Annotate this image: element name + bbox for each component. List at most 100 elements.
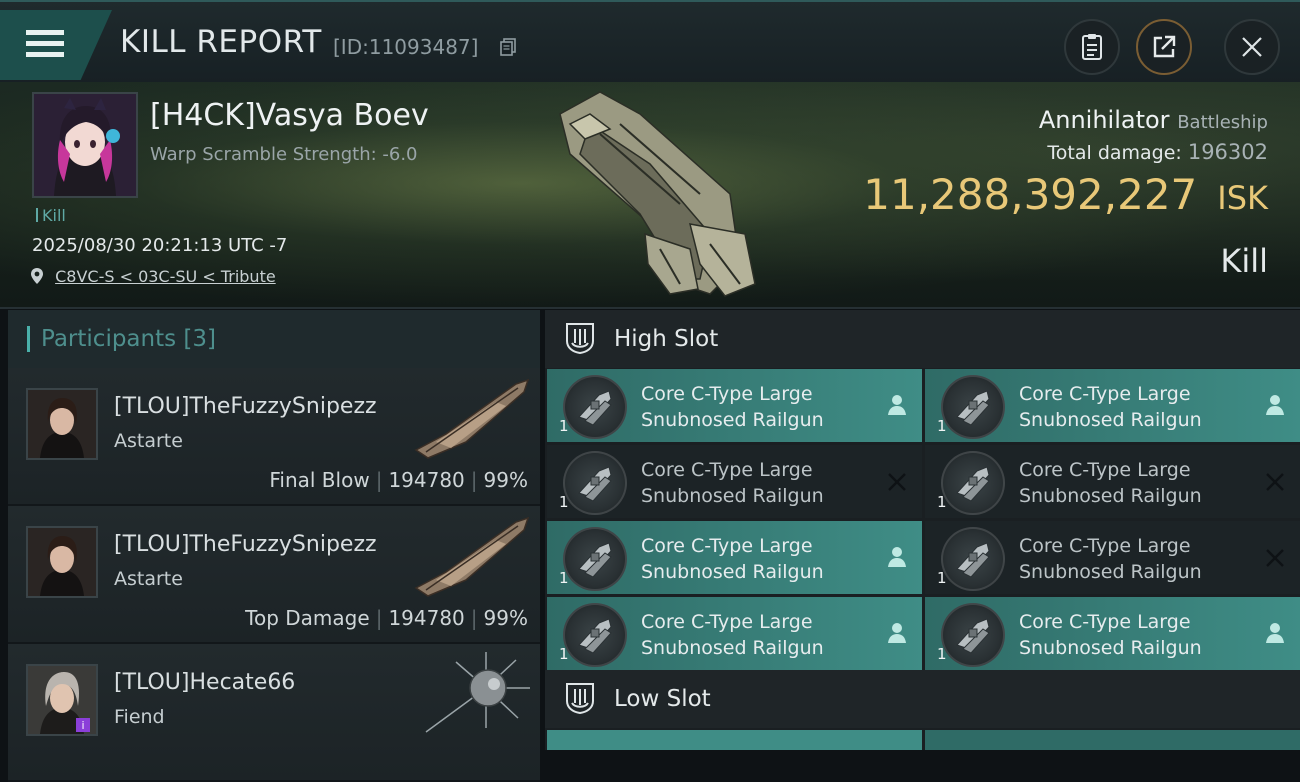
destroyed-x-icon bbox=[1266, 473, 1284, 491]
victim-avatar[interactable] bbox=[32, 92, 138, 198]
result-label: Kill bbox=[1220, 242, 1268, 280]
railgun-module-icon bbox=[941, 375, 1005, 439]
participant-avatar[interactable]: i bbox=[26, 664, 98, 736]
dropped-person-icon bbox=[888, 623, 906, 643]
high-slot-icon bbox=[566, 323, 594, 355]
dropped-person-icon bbox=[1266, 395, 1284, 415]
participant-row[interactable]: i [TLOU]Hecate66 Fiend bbox=[8, 644, 540, 782]
module-name-line1: Core C-Type Large bbox=[641, 383, 813, 405]
close-icon bbox=[1242, 37, 1262, 57]
share-button[interactable] bbox=[1136, 19, 1192, 75]
divider: | bbox=[375, 468, 383, 492]
location-link[interactable]: C8VC-S < 03C-SU < Tribute bbox=[30, 267, 276, 286]
high-slot-header: High Slot bbox=[545, 310, 1300, 368]
module-name: Core C-Type Large Snubnosed Railgun bbox=[641, 609, 824, 661]
clipboard-icon bbox=[1082, 34, 1102, 60]
total-damage-label: Total damage: bbox=[1047, 142, 1182, 164]
portrait-image bbox=[34, 94, 136, 196]
clipboard-button[interactable] bbox=[1064, 19, 1120, 75]
participants-header: Participants [3] bbox=[8, 310, 540, 368]
high-slot-item[interactable]: 1 Core C-Type Large Snubnosed Railgun bbox=[925, 597, 1300, 670]
participant-role: Final Blow bbox=[269, 468, 370, 492]
railgun-module-icon bbox=[941, 451, 1005, 515]
module-name-line2: Snubnosed Railgun bbox=[1019, 485, 1202, 507]
module-name-line1: Core C-Type Large bbox=[641, 459, 813, 481]
participant-avatar[interactable] bbox=[26, 526, 98, 598]
participant-row[interactable]: [TLOU]TheFuzzySnipezz Astarte Final Blow… bbox=[8, 368, 540, 506]
ship-name: Annihilator bbox=[1038, 106, 1170, 134]
high-slot-item[interactable]: 1 Core C-Type Large Snubnosed Railgun bbox=[547, 445, 922, 518]
location-text: C8VC-S < 03C-SU < Tribute bbox=[55, 267, 276, 286]
high-slot-item[interactable]: 1 Core C-Type Large Snubnosed Railgun bbox=[547, 521, 922, 594]
module-name-line2: Snubnosed Railgun bbox=[641, 637, 824, 659]
participants-label: Participants [3] bbox=[41, 326, 216, 352]
page-title: KILL REPORT bbox=[120, 24, 322, 60]
high-slot-item[interactable]: 1 Core C-Type Large Snubnosed Railgun bbox=[547, 369, 922, 442]
railgun-module-icon bbox=[563, 451, 627, 515]
destroyed-x-icon bbox=[888, 473, 906, 491]
participant-row[interactable]: [TLOU]TheFuzzySnipezz Astarte Top Damage… bbox=[8, 506, 540, 644]
quantity: 1 bbox=[559, 645, 569, 663]
low-slot-header: Low Slot bbox=[545, 670, 1300, 728]
location-pin-icon bbox=[31, 268, 43, 284]
ship-class: Battleship bbox=[1177, 112, 1268, 133]
low-slot-item[interactable] bbox=[925, 730, 1300, 750]
participant-avatar[interactable] bbox=[26, 388, 98, 460]
victim-ship[interactable]: Annihilator Battleship bbox=[1039, 106, 1268, 134]
total-damage: Total damage: 196302 bbox=[1047, 140, 1268, 164]
low-slot-icon bbox=[566, 683, 594, 715]
module-name: Core C-Type Large Snubnosed Railgun bbox=[1019, 609, 1202, 661]
dropped-person-icon bbox=[1266, 623, 1284, 643]
quantity: 1 bbox=[559, 493, 569, 511]
module-name-line2: Snubnosed Railgun bbox=[641, 409, 824, 431]
participant-name[interactable]: [TLOU]TheFuzzySnipezz bbox=[114, 532, 377, 557]
participant-ship-image bbox=[425, 652, 530, 733]
high-slot-label: High Slot bbox=[614, 326, 719, 352]
participants-panel: Participants [3] [TLOU]TheFuzzySnipezz A… bbox=[8, 310, 540, 782]
destroyed-x-icon bbox=[1266, 549, 1284, 567]
high-slot-item[interactable]: 1 Core C-Type Large Snubnosed Railgun bbox=[547, 597, 922, 670]
portrait-image bbox=[28, 390, 96, 458]
participant-stats: Final Blow | 194780 | 99% bbox=[269, 468, 528, 492]
isk-unit: ISK bbox=[1217, 179, 1268, 217]
copy-icon[interactable] bbox=[500, 38, 516, 56]
top-bar: KILL REPORT [ID:11093487] bbox=[0, 0, 1300, 84]
participant-ship-image bbox=[414, 378, 530, 459]
participant-ship-image bbox=[414, 516, 530, 597]
module-name-line1: Core C-Type Large bbox=[1019, 535, 1191, 557]
isk-value: 11,288,392,227 ISK bbox=[863, 170, 1268, 219]
close-button[interactable] bbox=[1224, 19, 1280, 75]
victim-summary: [H4CK]Vasya Boev Warp Scramble Strength:… bbox=[0, 82, 1300, 309]
module-name: Core C-Type Large Snubnosed Railgun bbox=[1019, 457, 1202, 509]
quantity: 1 bbox=[559, 569, 569, 587]
low-slot-label: Low Slot bbox=[614, 686, 711, 712]
menu-button[interactable] bbox=[0, 10, 112, 80]
module-name: Core C-Type Large Snubnosed Railgun bbox=[641, 381, 824, 433]
quantity: 1 bbox=[937, 493, 947, 511]
high-slot-item[interactable]: 1 Core C-Type Large Snubnosed Railgun bbox=[925, 369, 1300, 442]
module-name-line1: Core C-Type Large bbox=[1019, 459, 1191, 481]
quantity: 1 bbox=[937, 417, 947, 435]
module-name-line2: Snubnosed Railgun bbox=[1019, 637, 1202, 659]
victim-ship-image bbox=[559, 91, 756, 297]
kill-tag: Kill bbox=[36, 206, 66, 225]
participant-ship: Fiend bbox=[114, 706, 165, 728]
quantity: 1 bbox=[937, 569, 947, 587]
fitting-panel: High Slot 1 Core C-Type Large Snubnosed Ra… bbox=[545, 310, 1300, 750]
total-damage-value: 196302 bbox=[1187, 140, 1268, 164]
railgun-module-icon bbox=[941, 603, 1005, 667]
low-slot-item[interactable] bbox=[547, 730, 922, 750]
participant-damage: 194780 bbox=[388, 606, 465, 630]
module-name: Core C-Type Large Snubnosed Railgun bbox=[1019, 533, 1202, 585]
divider: | bbox=[375, 606, 383, 630]
module-name: Core C-Type Large Snubnosed Railgun bbox=[1019, 381, 1202, 433]
high-slot-item[interactable]: 1 Core C-Type Large Snubnosed Railgun bbox=[925, 445, 1300, 518]
participant-name[interactable]: [TLOU]Hecate66 bbox=[114, 670, 295, 695]
participant-name[interactable]: [TLOU]TheFuzzySnipezz bbox=[114, 394, 377, 419]
participant-percent: 99% bbox=[483, 606, 528, 630]
participant-percent: 99% bbox=[483, 468, 528, 492]
participant-ship: Astarte bbox=[114, 430, 183, 452]
high-slot-item[interactable]: 1 Core C-Type Large Snubnosed Railgun bbox=[925, 521, 1300, 594]
report-id: [ID:11093487] bbox=[333, 35, 479, 59]
victim-name[interactable]: [H4CK]Vasya Boev bbox=[150, 98, 429, 133]
